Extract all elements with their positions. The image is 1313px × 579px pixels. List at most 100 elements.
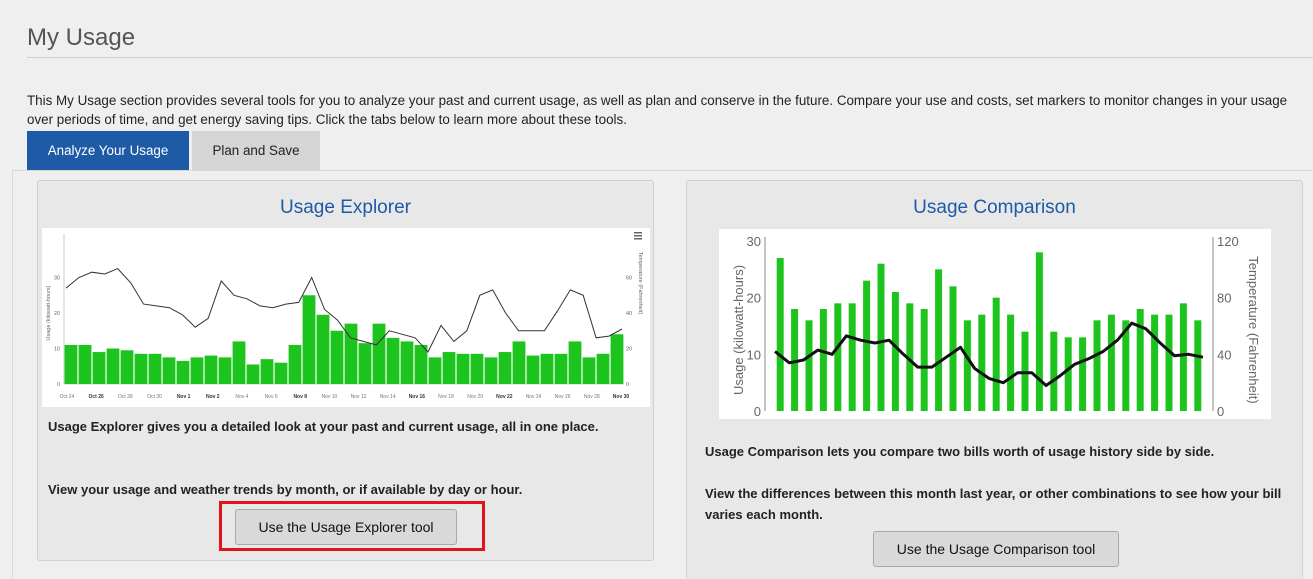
y2-tick-label: 20 (626, 347, 632, 353)
y2-axis-label: Temperature (Fahrenheit) (1246, 256, 1261, 403)
usage-bar (162, 357, 176, 384)
usage-bar (218, 357, 232, 384)
usage-bar (582, 357, 596, 384)
y2-tick-label: 120 (1217, 234, 1239, 249)
usage-bar (526, 355, 540, 384)
x-tick-label: Nov 2 (206, 394, 220, 400)
x-tick-label: Nov 26 (555, 394, 571, 400)
x-tick-label: Nov 12 (351, 394, 367, 400)
y-axis-label: Usage (kilowatt-hours) (46, 285, 52, 340)
usage-explorer-title: Usage Explorer (280, 197, 411, 218)
y2-tick-label: 40 (626, 311, 632, 317)
intro-text: This My Usage section provides several t… (27, 93, 1288, 127)
usage-bar (456, 353, 470, 384)
y-axis-label: Usage (kilowatt-hours) (731, 265, 746, 395)
x-tick-label: Nov 18 (438, 394, 454, 400)
usage-bar (330, 330, 344, 384)
x-tick-label: Oct 24 (60, 394, 75, 400)
usage-bar (834, 303, 842, 411)
usage-bar (78, 344, 92, 384)
usage-bar (992, 297, 1000, 411)
y2-tick-label: 40 (1217, 347, 1231, 362)
usage-bar (554, 353, 568, 384)
menu-icon-stripe (634, 232, 642, 234)
usage-bar (596, 353, 610, 384)
y-tick-label: 20 (747, 291, 761, 306)
usage-bar (540, 353, 554, 384)
usage-explorer-chart: 0 10 20 30 0 20 40 60 Oct 24 Oct 26 Oct 28 Oct 30 No… (46, 232, 643, 400)
highlight-annotation (219, 501, 485, 551)
hamburger-menu-icon (634, 232, 642, 240)
x-tick-label: Nov 22 (496, 394, 513, 400)
usage-explorer-chart-container: 0 10 20 30 0 20 40 60 Oct 24 Oct 26 Oct 28 Oct 30 No… (42, 228, 650, 407)
usage-bar (610, 334, 624, 384)
usage-comparison-title: Usage Comparison (913, 197, 1076, 218)
x-tick-label: Nov 14 (380, 394, 396, 400)
y-tick-label: 0 (57, 382, 60, 388)
usage-bar (246, 364, 260, 384)
y2-tick-label: 60 (626, 276, 632, 282)
x-tick-label: Nov 24 (526, 394, 542, 400)
y-tick-label: 30 (747, 234, 761, 249)
usage-bar (920, 309, 928, 411)
usage-bar (372, 323, 386, 384)
usage-bar (470, 353, 484, 384)
usage-bar (106, 348, 120, 384)
usage-bar (819, 309, 827, 411)
usage-bar (428, 357, 442, 384)
y-tick-label: 30 (54, 276, 60, 282)
usage-bar (190, 357, 204, 384)
y-tick-label: 0 (754, 404, 761, 419)
x-tick-label: Nov 8 (293, 394, 307, 400)
menu-icon-stripe (634, 235, 642, 237)
usage-bar (1165, 314, 1173, 411)
usage-bar (176, 360, 190, 384)
usage-bar (877, 263, 885, 411)
title-divider (27, 57, 1313, 58)
usage-bar (498, 352, 512, 384)
x-tick-label: Nov 30 (613, 394, 630, 400)
usage-bar (1179, 303, 1187, 411)
usage-comparison-chart: 0 10 20 30 0 40 80 120 Usage (kilowatt-hours) Tem… (731, 234, 1261, 419)
x-tick-label: Nov 10 (321, 394, 337, 400)
usage-bar (316, 314, 330, 384)
y-tick-label: 10 (747, 347, 761, 362)
x-tick-label: Nov 4 (235, 394, 248, 400)
usage-bar (134, 353, 148, 384)
usage-bar (776, 258, 784, 411)
tab-analyze-your-usage[interactable]: Analyze Your Usage (27, 131, 189, 171)
usage-comparison-card: Usage Comparison 0 10 20 30 0 40 80 120 Usage (k… (686, 180, 1303, 579)
y2-tick-label: 0 (1217, 404, 1224, 419)
usage-bar (274, 362, 288, 384)
usage-bar (848, 303, 856, 411)
usage-bar (1050, 331, 1058, 411)
usage-bar (935, 269, 943, 411)
usage-bar (978, 314, 986, 411)
temperature-line (65, 268, 623, 353)
usage-bar (232, 341, 246, 384)
usage-bar (64, 344, 78, 384)
usage-bar (1035, 252, 1043, 411)
usage-bar (400, 341, 414, 384)
usage-bar (891, 292, 899, 411)
y-tick-label: 20 (54, 311, 60, 317)
usage-comparison-differences-text: View the differences between this month … (705, 486, 1282, 522)
usage-bar (512, 341, 526, 384)
x-tick-label: Nov 20 (467, 394, 483, 400)
usage-bar (1093, 320, 1101, 411)
usage-comparison-button[interactable]: Use the Usage Comparison tool (873, 531, 1119, 567)
menu-icon-stripe (634, 238, 642, 240)
y2-axis-label: Temperature (Fahrenheit) (637, 252, 643, 315)
x-tick-label: Nov 6 (265, 394, 278, 400)
usage-bar (1007, 314, 1015, 411)
usage-bar (1064, 337, 1072, 411)
usage-bar (288, 344, 302, 384)
y2-tick-label: 0 (626, 382, 629, 388)
usage-comparison-chart-container: 0 10 20 30 0 40 80 120 Usage (kilowatt-hours) Tem… (719, 229, 1271, 419)
tab-plan-and-save[interactable]: Plan and Save (192, 131, 320, 171)
usage-bar (963, 320, 971, 411)
usage-bar (863, 280, 871, 411)
x-tick-label: Oct 30 (147, 394, 162, 400)
usage-bar (1079, 337, 1087, 411)
usage-explorer-description: Usage Explorer gives you a detailed look… (48, 419, 599, 434)
